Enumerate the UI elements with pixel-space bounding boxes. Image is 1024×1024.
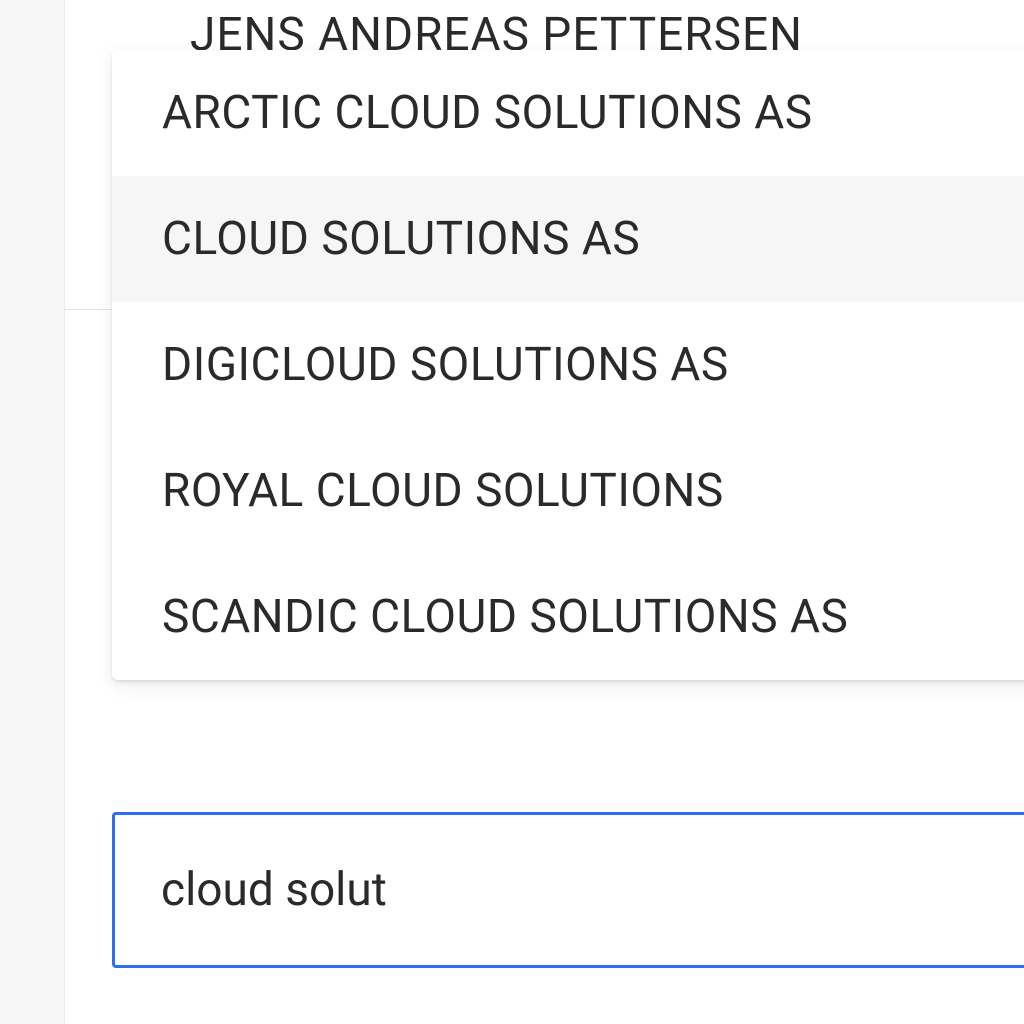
sidebar-strip [0, 0, 65, 1024]
dropdown-item[interactable]: SCANDIC CLOUD SOLUTIONS AS [112, 554, 1024, 680]
dropdown-item[interactable]: DIGICLOUD SOLUTIONS AS [112, 302, 1024, 428]
search-input-wrapper [112, 812, 1024, 968]
search-input[interactable] [112, 812, 1024, 968]
dropdown-item[interactable]: ROYAL CLOUD SOLUTIONS [112, 428, 1024, 554]
autocomplete-dropdown: ARCTIC CLOUD SOLUTIONS AS CLOUD SOLUTION… [112, 50, 1024, 680]
dropdown-item[interactable]: ARCTIC CLOUD SOLUTIONS AS [112, 50, 1024, 176]
dropdown-item[interactable]: CLOUD SOLUTIONS AS [112, 176, 1024, 302]
